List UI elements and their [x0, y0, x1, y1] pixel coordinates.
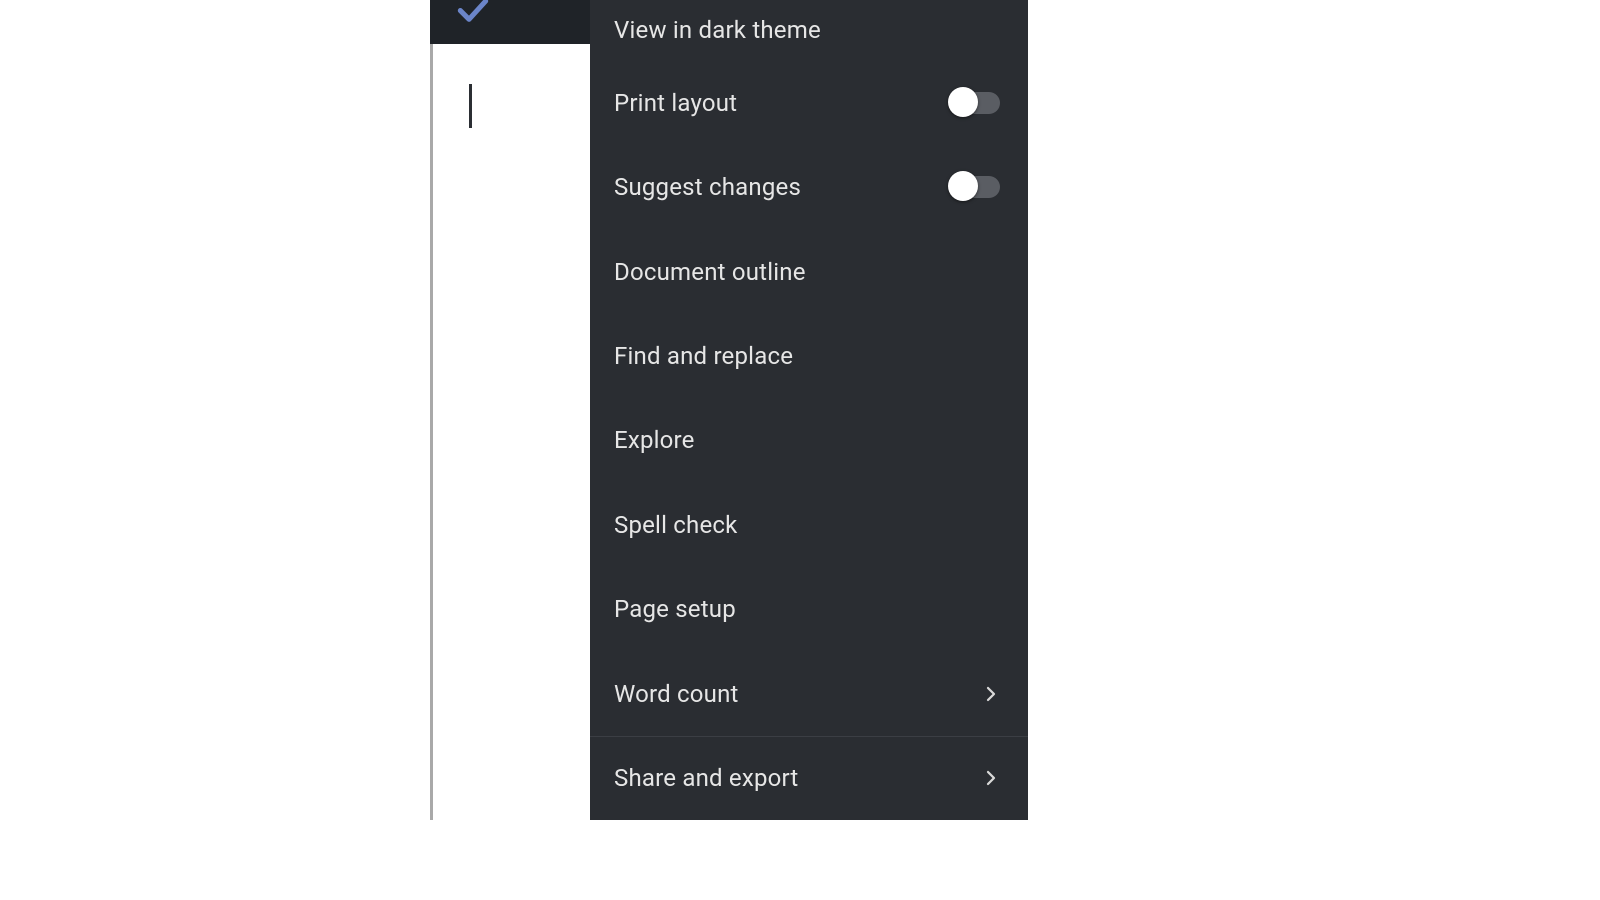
menu-item-label: Word count: [614, 680, 739, 708]
menu-item-share-export[interactable]: Share and export: [590, 736, 1028, 820]
document-background: [430, 44, 590, 820]
menu-item-label: Find and replace: [614, 342, 793, 370]
menu-item-document-outline[interactable]: Document outline: [590, 230, 1028, 314]
menu-item-label: Document outline: [614, 258, 806, 286]
menu-item-find-replace[interactable]: Find and replace: [590, 314, 1028, 398]
text-cursor: [469, 84, 472, 128]
menu-item-view-dark-theme[interactable]: View in dark theme: [590, 0, 1028, 61]
menu-item-print-layout[interactable]: Print layout: [590, 61, 1028, 145]
chevron-right-icon: [982, 685, 1000, 703]
menu-item-label: Print layout: [614, 89, 737, 117]
menu-item-spell-check[interactable]: Spell check: [590, 483, 1028, 567]
menu-item-explore[interactable]: Explore: [590, 398, 1028, 482]
suggest-changes-toggle[interactable]: [950, 176, 1000, 198]
menu-item-label: View in dark theme: [614, 16, 821, 44]
toggle-knob: [948, 87, 978, 117]
toggle-knob: [948, 171, 978, 201]
menu-item-label: Page setup: [614, 595, 736, 623]
checkmark-icon[interactable]: [454, 0, 492, 28]
app-frame: View in dark theme Print layout Suggest …: [430, 0, 1028, 820]
menu-item-word-count[interactable]: Word count: [590, 651, 1028, 735]
menu-item-label: Explore: [614, 426, 695, 454]
menu-item-page-setup[interactable]: Page setup: [590, 567, 1028, 651]
chevron-right-icon: [982, 769, 1000, 787]
menu-item-label: Suggest changes: [614, 173, 801, 201]
menu-item-suggest-changes[interactable]: Suggest changes: [590, 145, 1028, 229]
menu-item-label: Share and export: [614, 764, 798, 792]
print-layout-toggle[interactable]: [950, 92, 1000, 114]
overflow-menu: View in dark theme Print layout Suggest …: [590, 0, 1028, 820]
document-page[interactable]: [433, 44, 590, 820]
menu-item-label: Spell check: [614, 511, 738, 539]
